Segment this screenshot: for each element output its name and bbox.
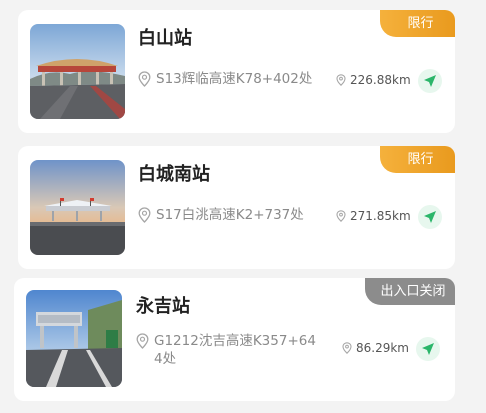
station-photo xyxy=(30,24,125,119)
station-photo xyxy=(30,160,125,255)
station-distance: 271.85km xyxy=(336,209,411,223)
location-text: S17白洮高速K2+737处 xyxy=(156,207,304,223)
distance-text: 271.85km xyxy=(350,209,411,223)
navigation-arrow-icon xyxy=(422,343,434,355)
location-text: G1212沈吉高速K357+644处 xyxy=(154,333,316,367)
status-badge: 限行 xyxy=(380,10,455,37)
distance-text: 226.88km xyxy=(350,73,411,87)
navigation-arrow-icon xyxy=(424,75,436,87)
map-pin-icon xyxy=(336,210,346,222)
status-badge: 限行 xyxy=(380,146,455,173)
navigate-button[interactable] xyxy=(416,337,440,361)
station-card[interactable]: 白山站 S13辉临高速K78+402处 226.88km 限行 xyxy=(18,10,455,133)
station-location: G1212沈吉高速K357+644处 xyxy=(136,332,321,368)
map-pin-icon xyxy=(136,333,149,349)
navigation-arrow-icon xyxy=(424,211,436,223)
station-photo xyxy=(26,290,122,387)
map-pin-icon xyxy=(342,342,352,354)
map-pin-icon xyxy=(138,207,151,223)
station-location: S13辉临高速K78+402处 xyxy=(138,70,328,88)
station-distance: 86.29km xyxy=(342,341,409,355)
station-card[interactable]: 永吉站 G1212沈吉高速K357+644处 86.29km 出入口关闭 xyxy=(14,278,455,401)
station-location: S17白洮高速K2+737处 xyxy=(138,206,328,224)
station-name: 白城南站 xyxy=(138,164,210,185)
navigate-button[interactable] xyxy=(418,69,442,93)
status-badge: 出入口关闭 xyxy=(365,278,455,305)
location-text: S13辉临高速K78+402处 xyxy=(156,71,313,87)
navigate-button[interactable] xyxy=(418,205,442,229)
map-pin-icon xyxy=(336,74,346,86)
station-card[interactable]: 白城南站 S17白洮高速K2+737处 271.85km 限行 xyxy=(18,146,455,269)
map-pin-icon xyxy=(138,71,151,87)
station-name: 白山站 xyxy=(138,28,192,49)
station-name: 永吉站 xyxy=(136,296,190,317)
distance-text: 86.29km xyxy=(356,341,409,355)
station-distance: 226.88km xyxy=(336,73,411,87)
